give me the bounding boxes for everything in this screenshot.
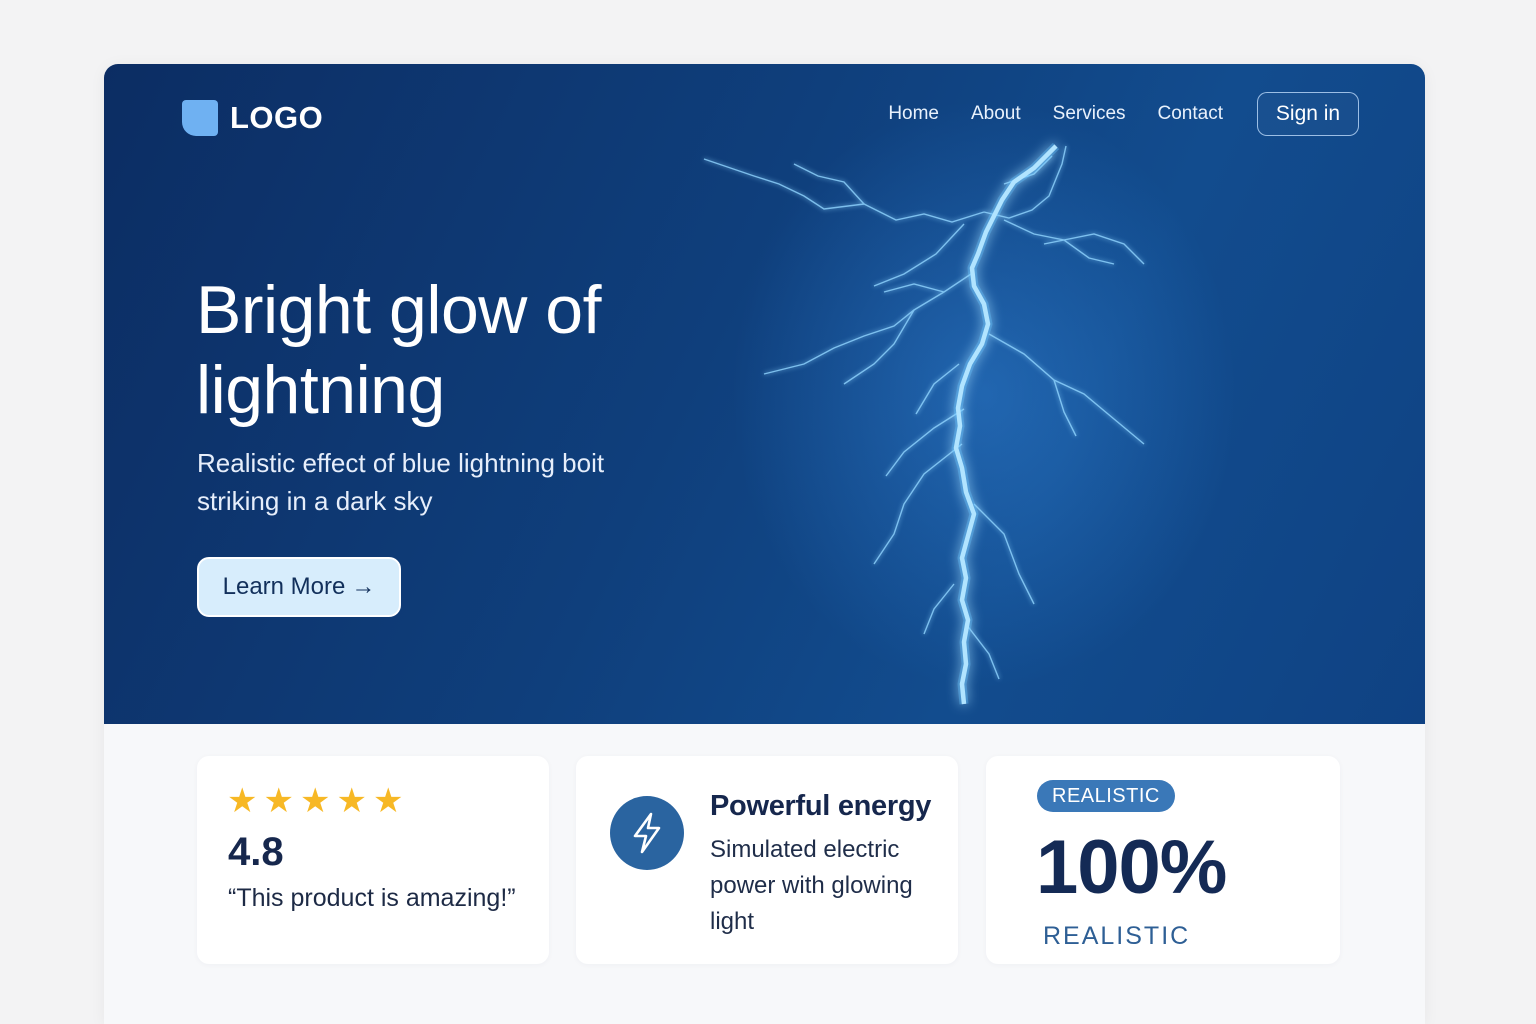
rating-value: 4.8	[228, 830, 284, 874]
nav-item-contact[interactable]: Contact	[1158, 103, 1223, 125]
sign-in-button[interactable]: Sign in	[1257, 92, 1359, 136]
arrow-right-icon: →	[351, 573, 376, 600]
logo[interactable]: LOGO	[182, 100, 323, 136]
logo-mark-icon	[182, 100, 218, 136]
energy-title: Powerful energy	[710, 790, 932, 822]
logo-text: LOGO	[230, 100, 324, 135]
star-icon: ★	[299, 782, 331, 820]
learn-more-button[interactable]: Learn More →	[197, 557, 401, 617]
lightning-bolt-icon	[610, 796, 684, 870]
star-icon: ★	[263, 782, 294, 820]
hero-section: LOGO Home About Services Contact Sign in…	[104, 64, 1425, 724]
nav-item-about[interactable]: About	[971, 103, 1021, 125]
nav-item-services[interactable]: Services	[1053, 103, 1126, 125]
main-nav: Home About Services Contact Sign in	[888, 92, 1359, 136]
learn-more-label: Learn More	[222, 573, 346, 600]
realistic-label: REALISTIC	[1043, 922, 1191, 950]
realistic-badge: REALISTIC	[1037, 780, 1175, 812]
lightning-main-bolt	[951, 142, 1060, 705]
review-quote: “This product is amazing!”	[228, 884, 516, 912]
star-rating: ★ ★ ★ ★ ★	[227, 784, 403, 818]
page-frame: LOGO Home About Services Contact Sign in…	[104, 64, 1425, 1024]
rating-card: ★ ★ ★ ★ ★ 4.8 “This product is amazing!”	[197, 756, 549, 964]
energy-description: Simulated electric power with glowing li…	[710, 836, 913, 935]
hero-headline: Bright glow of lightning	[196, 272, 601, 428]
lightning-branches	[703, 145, 1145, 680]
star-icon: ★	[372, 782, 404, 820]
star-icon: ★	[227, 782, 258, 820]
hero-subheadline: Realistic effect of blue lightning boit …	[197, 448, 605, 516]
realistic-percentage: 100%	[1036, 825, 1227, 910]
nav-item-home[interactable]: Home	[888, 103, 939, 125]
star-icon: ★	[336, 782, 367, 820]
realistic-card: REALISTIC 100% REALISTIC	[986, 756, 1340, 964]
energy-card: Powerful energy Simulated electric power…	[576, 756, 958, 964]
